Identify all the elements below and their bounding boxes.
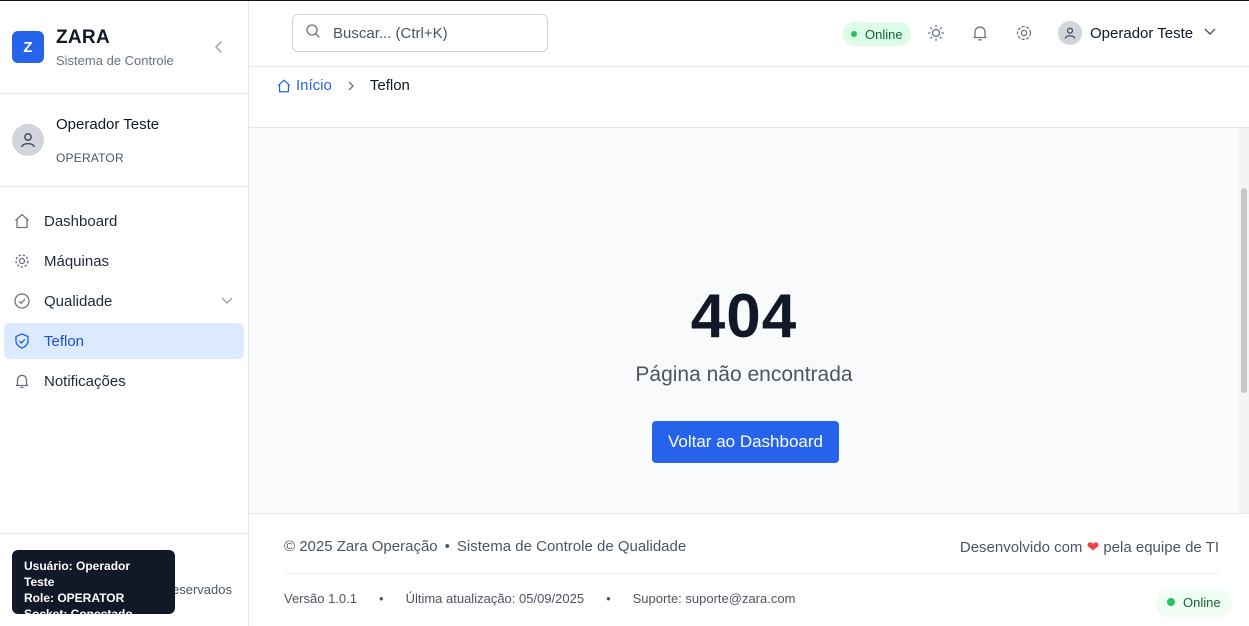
footer-bullet: • [379, 591, 384, 606]
page-footer: © 2025 Zara Operação • Sistema de Controle… [249, 513, 1249, 626]
avatar [12, 124, 44, 156]
status-dot [1167, 598, 1175, 606]
debug-tooltip: Usuário: Operador Teste Role: OPERATOR S… [12, 550, 175, 621]
footer-dev-prefix: Desenvolvido com [959, 539, 1083, 556]
error-code: 404 [690, 282, 798, 351]
collapse-sidebar-icon[interactable] [212, 39, 226, 55]
chevron-right-icon [346, 77, 356, 95]
back-to-dashboard-button[interactable]: Voltar ao Dashboard [652, 421, 839, 463]
sidebar-item-teflon[interactable]: Teflon [4, 323, 244, 359]
search-input[interactable] [333, 24, 533, 42]
footer-version: Versão 1.0.1 [284, 591, 357, 606]
sun-icon[interactable] [926, 23, 946, 43]
check-circle-icon [12, 291, 32, 311]
chevron-down-icon [1203, 24, 1217, 42]
settings-icon[interactable] [1014, 23, 1034, 43]
cog-icon [12, 251, 32, 271]
chevron-down-icon [220, 293, 234, 311]
user-menu-name: Operador Teste [1090, 24, 1194, 42]
shield-check-icon [12, 331, 32, 351]
brand-title: ZARA [56, 26, 110, 48]
user-menu[interactable]: Operador Teste [1058, 21, 1217, 45]
sidebar-user-name: Operador Teste [56, 115, 160, 133]
footer-dev-suffix: pela equipe de TI [1103, 539, 1219, 556]
rights-text: eservados [172, 582, 232, 597]
sidebar: Z ZARA Sistema de Controle Operador Test… [0, 1, 249, 626]
sidebar-item-label: Teflon [44, 332, 85, 350]
search-box[interactable] [292, 14, 548, 52]
sidebar-user-role: OPERATOR [56, 150, 124, 165]
main-scrollbar[interactable] [1239, 128, 1249, 513]
status-text: Online [865, 26, 903, 42]
sidebar-item-label: Dashboard [44, 212, 118, 230]
sidebar-item-dashboard[interactable]: Dashboard [4, 203, 244, 239]
avatar [1058, 21, 1082, 45]
search-icon [305, 23, 321, 44]
footer-bullet: • [606, 591, 611, 606]
sidebar-item-label: Notificações [44, 372, 126, 390]
footer-bullet: • [444, 538, 450, 555]
debug-user: Usuário: Operador Teste [24, 559, 131, 589]
footer-copyright: © 2025 Zara Operação [284, 538, 438, 555]
brand: Z ZARA Sistema de Controle [0, 1, 248, 94]
breadcrumb: Início Teflon [249, 67, 1249, 128]
footer-updated: Última atualização: 05/09/2025 [405, 591, 585, 606]
bell-icon[interactable] [970, 23, 990, 43]
breadcrumb-current: Teflon [369, 77, 410, 94]
sidebar-item-qualidade[interactable]: Qualidade [4, 283, 244, 319]
sidebar-item-label: Qualidade [44, 292, 113, 310]
sidebar-user: Operador Teste OPERATOR [0, 94, 248, 187]
user-icon [21, 133, 35, 148]
sidebar-item-notificacoes[interactable]: Notificações [4, 363, 244, 399]
footer-support[interactable]: Suporte: suporte@zara.com [633, 591, 796, 606]
sidebar-nav: Dashboard Máquinas Qualidade Teflon Noti… [0, 187, 248, 399]
debug-socket: Socket: Conectado [24, 607, 133, 621]
main-content: 404 Página não encontrada Voltar ao Dash… [249, 128, 1239, 513]
status-dot [851, 31, 857, 37]
user-icon [1064, 27, 1076, 39]
online-toast-text: Online [1183, 594, 1221, 610]
breadcrumb-home-link[interactable]: Início [276, 77, 332, 94]
top-header: Online Operador Teste [249, 1, 1249, 67]
sidebar-item-label: Máquinas [44, 252, 110, 270]
brand-subtitle: Sistema de Controle [56, 52, 174, 68]
online-status-toast: Online [1157, 589, 1231, 615]
home-icon [12, 211, 32, 231]
sidebar-item-maquinas[interactable]: Máquinas [4, 243, 244, 279]
error-message: Página não encontrada [635, 363, 853, 386]
connection-status-badge: Online [843, 22, 911, 46]
home-icon [277, 79, 291, 92]
scrollbar-thumb[interactable] [1241, 188, 1247, 393]
heart-icon: ❤ [1086, 539, 1100, 556]
footer-system: Sistema de Controle de Qualidade [456, 538, 687, 555]
breadcrumb-home-label: Início [296, 77, 332, 94]
debug-role: Role: OPERATOR [24, 591, 125, 605]
bell-icon [12, 371, 32, 391]
brand-logo: Z [12, 31, 44, 63]
